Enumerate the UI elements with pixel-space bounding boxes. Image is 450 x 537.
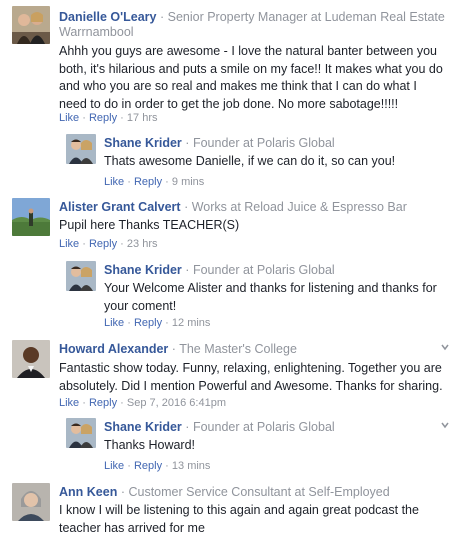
separator-dot: · bbox=[127, 317, 131, 329]
timestamp[interactable]: 12 mins bbox=[172, 317, 211, 329]
avatar[interactable] bbox=[66, 418, 96, 448]
comment: Howard Alexander · The Master's College … bbox=[0, 334, 450, 412]
timestamp[interactable]: 23 hrs bbox=[127, 238, 158, 250]
commenter-name[interactable]: Shane Krider bbox=[104, 263, 182, 277]
separator-dot: · bbox=[159, 10, 165, 24]
separator-dot: · bbox=[185, 420, 190, 434]
timestamp[interactable]: 13 mins bbox=[172, 460, 211, 472]
like-link[interactable]: Like bbox=[104, 460, 124, 472]
separator-dot: · bbox=[165, 460, 169, 472]
commenter-role[interactable]: The Master's College bbox=[179, 342, 297, 356]
avatar[interactable] bbox=[66, 134, 96, 164]
timestamp[interactable]: 17 hrs bbox=[127, 112, 158, 124]
separator-dot: · bbox=[184, 200, 189, 214]
separator-dot: · bbox=[82, 238, 86, 250]
avatar[interactable] bbox=[12, 340, 50, 378]
reply-link[interactable]: Reply bbox=[89, 238, 117, 250]
separator-dot: · bbox=[171, 342, 176, 356]
like-link[interactable]: Like bbox=[59, 112, 79, 124]
like-link[interactable]: Like bbox=[59, 397, 79, 409]
avatar[interactable] bbox=[66, 261, 96, 291]
separator-dot: · bbox=[185, 263, 190, 277]
commenter-role-continued[interactable]: Warrnambool bbox=[59, 25, 134, 40]
comment-text: Your Welcome Alister and thanks for list… bbox=[104, 281, 437, 313]
separator-dot: · bbox=[120, 238, 124, 250]
separator-dot: · bbox=[120, 485, 125, 499]
separator-dot: · bbox=[185, 136, 190, 150]
commenter-name[interactable]: Alister Grant Calvert bbox=[59, 200, 181, 214]
like-link[interactable]: Like bbox=[104, 317, 124, 329]
like-link[interactable]: Like bbox=[59, 238, 79, 250]
commenter-role[interactable]: Founder at Polaris Global bbox=[193, 420, 335, 434]
separator-dot: · bbox=[82, 397, 86, 409]
separator-dot: · bbox=[165, 176, 169, 188]
comment-text: Thanks Howard! bbox=[104, 438, 196, 452]
separator-dot: · bbox=[82, 112, 86, 124]
comment: Danielle O'Leary · Senior Property Manag… bbox=[0, 0, 450, 130]
chevron-down-icon[interactable] bbox=[440, 342, 450, 352]
timestamp[interactable]: Sep 7, 2016 6:41pm bbox=[127, 397, 226, 409]
separator-dot: · bbox=[120, 112, 124, 124]
reply-link[interactable]: Reply bbox=[89, 112, 117, 124]
reply-comment: Shane Krider · Founder at Polaris Global… bbox=[0, 414, 450, 476]
reply-link[interactable]: Reply bbox=[89, 397, 117, 409]
comment-text: Ahhh you guys are awesome - I love the n… bbox=[59, 44, 443, 111]
like-link[interactable]: Like bbox=[104, 176, 124, 188]
comment: Ann Keen · Customer Service Consultant a… bbox=[0, 477, 450, 536]
avatar[interactable] bbox=[12, 6, 50, 44]
timestamp[interactable]: 9 mins bbox=[172, 176, 204, 188]
separator-dot: · bbox=[165, 317, 169, 329]
commenter-role[interactable]: Customer Service Consultant at Self-Empl… bbox=[128, 485, 389, 499]
commenter-name[interactable]: Danielle O'Leary bbox=[59, 10, 156, 24]
commenter-name[interactable]: Howard Alexander bbox=[59, 342, 168, 356]
reply-comment: Shane Krider · Founder at Polaris Global… bbox=[0, 257, 450, 332]
chevron-down-icon[interactable] bbox=[440, 420, 450, 430]
commenter-name[interactable]: Shane Krider bbox=[104, 420, 182, 434]
separator-dot: · bbox=[127, 460, 131, 472]
avatar[interactable] bbox=[12, 198, 50, 236]
commenter-role[interactable]: Founder at Polaris Global bbox=[193, 263, 335, 277]
reply-link[interactable]: Reply bbox=[134, 460, 162, 472]
separator-dot: · bbox=[120, 397, 124, 409]
commenter-name[interactable]: Shane Krider bbox=[104, 136, 182, 150]
commenter-name[interactable]: Ann Keen bbox=[59, 485, 117, 499]
avatar[interactable] bbox=[12, 483, 50, 521]
reply-link[interactable]: Reply bbox=[134, 176, 162, 188]
comment-text: Thats awesome Danielle, if we can do it,… bbox=[104, 154, 396, 168]
comment-text: Pupil here Thanks TEACHER(S) bbox=[59, 218, 240, 232]
reply-comment: Shane Krider · Founder at Polaris Global… bbox=[0, 130, 450, 190]
commenter-role[interactable]: Senior Property Manager at Ludeman Real … bbox=[168, 10, 445, 24]
separator-dot: · bbox=[127, 176, 131, 188]
commenter-role[interactable]: Works at Reload Juice & Espresso Bar bbox=[192, 200, 407, 214]
comment: Alister Grant Calvert · Works at Reload … bbox=[0, 193, 450, 253]
comment-text: Fantastic show today. Funny, relaxing, e… bbox=[59, 361, 443, 393]
reply-link[interactable]: Reply bbox=[134, 317, 162, 329]
commenter-role[interactable]: Founder at Polaris Global bbox=[193, 136, 335, 150]
comment-text: I know I will be listening to this again… bbox=[59, 503, 419, 535]
